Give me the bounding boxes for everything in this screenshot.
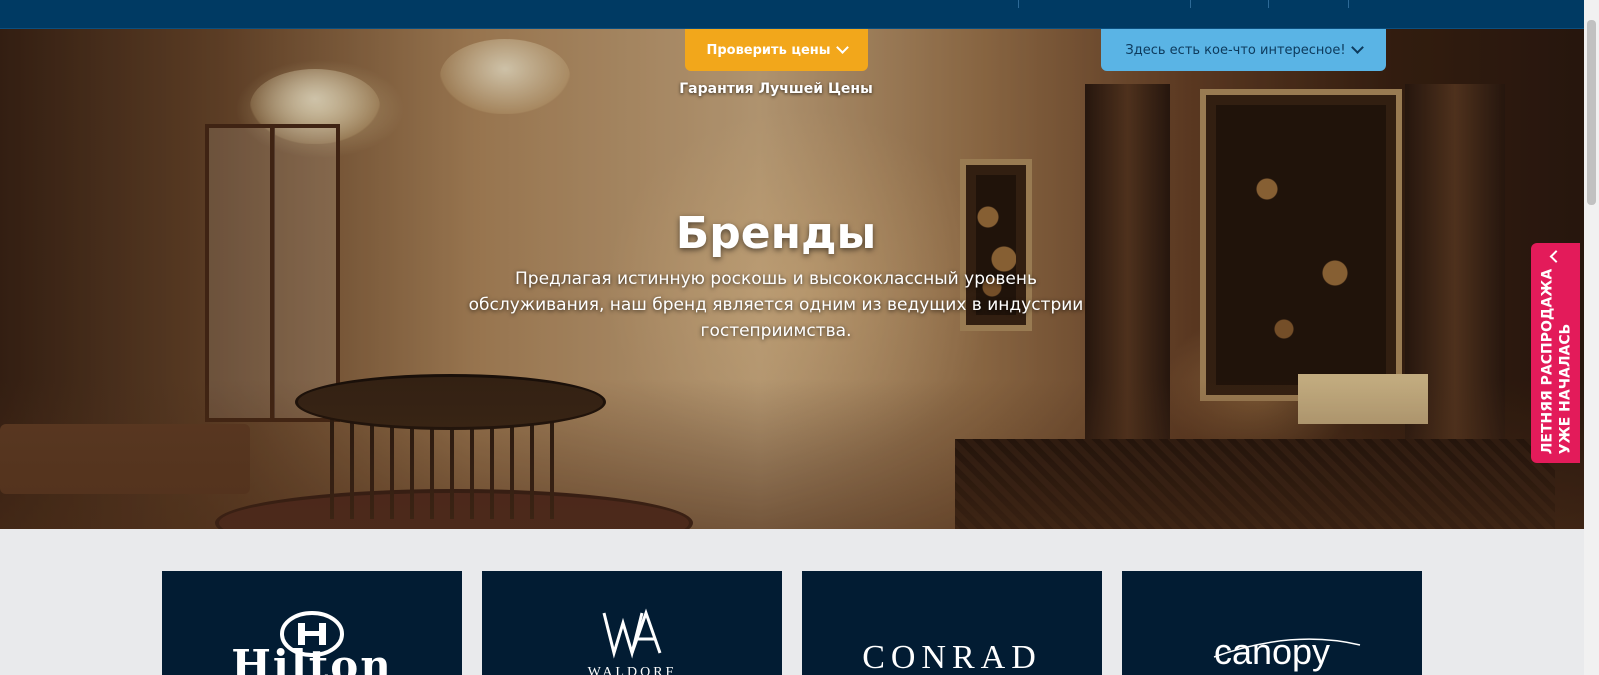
brand-card-conrad[interactable]: CONRAD xyxy=(802,571,1102,675)
nav-divider xyxy=(1348,0,1349,8)
chevron-down-icon xyxy=(835,41,849,54)
nav-divider xyxy=(1268,0,1269,8)
brand-card-canopy[interactable]: canopy xyxy=(1122,571,1422,675)
something-interesting-button[interactable]: Здесь есть кое-что интересное! xyxy=(1101,29,1386,71)
top-navigation-bar xyxy=(0,0,1584,29)
page-title: Бренды xyxy=(675,208,877,259)
brand-card-hilton[interactable]: Hilton xyxy=(162,571,462,675)
chevron-down-icon xyxy=(1350,41,1364,54)
summer-sale-line-2: УЖЕ НАЧАЛАСЬ xyxy=(1556,323,1573,455)
check-prices-button[interactable]: Проверить цены xyxy=(685,29,868,71)
summer-sale-line-1: ЛЕТНЯЯ РАСПРОДАЖА xyxy=(1538,268,1555,455)
something-interesting-label: Здесь есть кое-что интересное! xyxy=(1125,42,1346,58)
check-prices-label: Проверить цены xyxy=(706,42,831,58)
hero-description: Предлагая истинную роскошь и высококласс… xyxy=(468,269,1084,341)
best-price-guarantee-link[interactable]: Гарантия Лучшей Цены xyxy=(650,81,902,97)
canopy-logo xyxy=(1213,638,1361,658)
brand-card-waldorf-astoria[interactable]: WALDORF xyxy=(482,571,782,675)
summer-sale-text: ЛЕТНЯЯ РАСПРОДАЖА УЖЕ НАЧАЛАСЬ xyxy=(1538,269,1574,454)
nav-divider xyxy=(1190,0,1191,8)
summer-sale-tab[interactable]: ЛЕТНЯЯ РАСПРОДАЖА УЖЕ НАЧАЛАСЬ xyxy=(1531,243,1580,463)
nav-divider xyxy=(1018,0,1019,8)
scrollbar-thumb[interactable] xyxy=(1587,20,1596,205)
conrad-wordmark: CONRAD xyxy=(862,639,1042,675)
page-scrollbar[interactable] xyxy=(1584,0,1599,675)
chevron-up-icon xyxy=(1549,249,1562,263)
waldorf-wordmark: WALDORF xyxy=(587,665,677,675)
hilton-wordmark: Hilton xyxy=(231,641,393,675)
waldorf-astoria-logo xyxy=(602,608,662,659)
